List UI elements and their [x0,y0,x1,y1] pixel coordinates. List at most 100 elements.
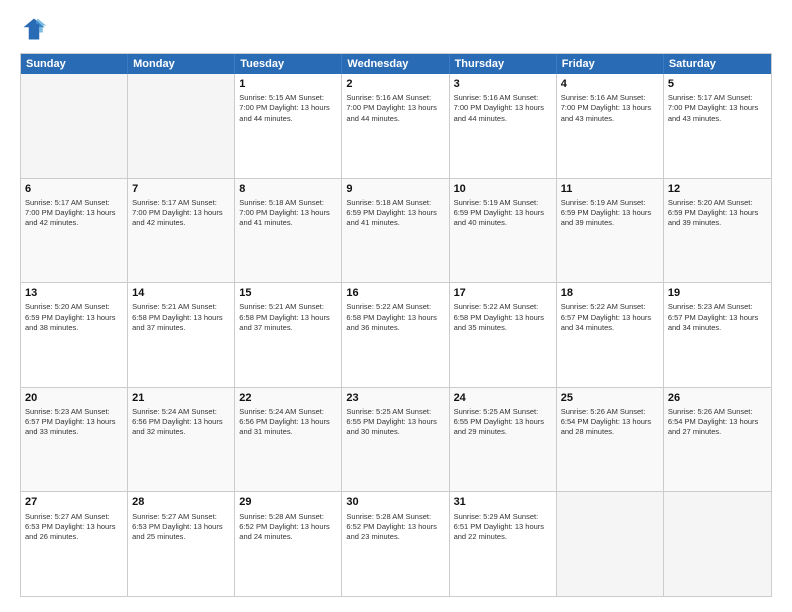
day-cell-6: 6 Sunrise: 5:17 AM Sunset: 7:00 PM Daylig… [21,179,128,283]
day-number: 7 [132,182,230,196]
day-cell-8: 8Sunrise: 5:18 AM Sunset: 7:00 PM Daylig… [235,179,342,283]
day-info: Sunrise: 5:28 AM Sunset: 6:52 PM Dayligh… [239,512,337,542]
empty-cell [557,492,664,596]
day-info: Sunrise: 5:25 AM Sunset: 6:55 PM Dayligh… [346,407,444,437]
day-number: 5 [668,77,767,91]
day-info: Sunrise: 5:19 AM Sunset: 6:59 PM Dayligh… [454,198,552,228]
day-number: 28 [132,495,230,509]
day-number: 21 [132,391,230,405]
day-cell-17: 17 Sunrise: 5:22 AM Sunset: 6:58 PM Dayli… [450,283,557,387]
day-info: Sunrise: 5:15 AM Sunset: 7:00 PM Dayligh… [239,93,337,123]
day-header-thursday: Thursday [450,54,557,74]
day-info: Sunrise: 5:20 AM Sunset: 6:59 PM Dayligh… [25,302,123,332]
day-info: Sunrise: 5:27 AM Sunset: 6:53 PM Dayligh… [132,512,230,542]
logo [20,15,52,43]
day-cell-14: 14 Sunrise: 5:21 AM Sunset: 6:58 PM Dayli… [128,283,235,387]
logo-icon [20,15,48,43]
day-cell-4: 4 Sunrise: 5:16 AM Sunset: 7:00 PM Daylig… [557,74,664,178]
day-number: 23 [346,391,444,405]
day-info: Sunrise: 5:23 AM Sunset: 6:57 PM Dayligh… [668,302,767,332]
day-info: Sunrise: 5:22 AM Sunset: 6:57 PM Dayligh… [561,302,659,332]
day-cell-5: 5 Sunrise: 5:17 AM Sunset: 7:00 PM Daylig… [664,74,771,178]
empty-cell [21,74,128,178]
day-cell-1: 1 Sunrise: 5:15 AM Sunset: 7:00 PM Daylig… [235,74,342,178]
day-cell-27: 27 Sunrise: 5:27 AM Sunset: 6:53 PM Dayli… [21,492,128,596]
header [20,15,772,43]
day-cell-19: 19Sunrise: 5:23 AM Sunset: 6:57 PM Dayli… [664,283,771,387]
day-info: Sunrise: 5:18 AM Sunset: 6:59 PM Dayligh… [346,198,444,228]
day-header-friday: Friday [557,54,664,74]
day-info: Sunrise: 5:29 AM Sunset: 6:51 PM Dayligh… [454,512,552,542]
calendar-header: SundayMondayTuesdayWednesdayThursdayFrid… [21,54,771,74]
day-number: 6 [25,182,123,196]
day-number: 22 [239,391,337,405]
day-cell-11: 11 Sunrise: 5:19 AM Sunset: 6:59 PM Dayli… [557,179,664,283]
day-number: 26 [668,391,767,405]
day-info: Sunrise: 5:27 AM Sunset: 6:53 PM Dayligh… [25,512,123,542]
day-number: 25 [561,391,659,405]
day-header-sunday: Sunday [21,54,128,74]
day-info: Sunrise: 5:17 AM Sunset: 7:00 PM Dayligh… [132,198,230,228]
day-number: 20 [25,391,123,405]
day-number: 17 [454,286,552,300]
day-cell-18: 18Sunrise: 5:22 AM Sunset: 6:57 PM Dayli… [557,283,664,387]
day-cell-7: 7 Sunrise: 5:17 AM Sunset: 7:00 PM Daylig… [128,179,235,283]
day-info: Sunrise: 5:24 AM Sunset: 6:56 PM Dayligh… [132,407,230,437]
day-cell-3: 3 Sunrise: 5:16 AM Sunset: 7:00 PM Daylig… [450,74,557,178]
day-number: 16 [346,286,444,300]
day-info: Sunrise: 5:21 AM Sunset: 6:58 PM Dayligh… [132,302,230,332]
day-info: Sunrise: 5:17 AM Sunset: 7:00 PM Dayligh… [668,93,767,123]
calendar-body: 1 Sunrise: 5:15 AM Sunset: 7:00 PM Daylig… [21,74,771,596]
day-cell-25: 25Sunrise: 5:26 AM Sunset: 6:54 PM Dayli… [557,388,664,492]
day-number: 27 [25,495,123,509]
day-number: 1 [239,77,337,91]
day-number: 30 [346,495,444,509]
day-number: 2 [346,77,444,91]
day-number: 29 [239,495,337,509]
day-info: Sunrise: 5:28 AM Sunset: 6:52 PM Dayligh… [346,512,444,542]
day-cell-24: 24 Sunrise: 5:25 AM Sunset: 6:55 PM Dayli… [450,388,557,492]
day-info: Sunrise: 5:26 AM Sunset: 6:54 PM Dayligh… [668,407,767,437]
day-info: Sunrise: 5:19 AM Sunset: 6:59 PM Dayligh… [561,198,659,228]
day-cell-31: 31 Sunrise: 5:29 AM Sunset: 6:51 PM Dayli… [450,492,557,596]
day-number: 14 [132,286,230,300]
day-info: Sunrise: 5:16 AM Sunset: 7:00 PM Dayligh… [454,93,552,123]
day-info: Sunrise: 5:17 AM Sunset: 7:00 PM Dayligh… [25,198,123,228]
day-number: 10 [454,182,552,196]
day-cell-23: 23 Sunrise: 5:25 AM Sunset: 6:55 PM Dayli… [342,388,449,492]
day-header-saturday: Saturday [664,54,771,74]
day-cell-28: 28 Sunrise: 5:27 AM Sunset: 6:53 PM Dayli… [128,492,235,596]
day-number: 9 [346,182,444,196]
day-info: Sunrise: 5:24 AM Sunset: 6:56 PM Dayligh… [239,407,337,437]
day-cell-26: 26 Sunrise: 5:26 AM Sunset: 6:54 PM Dayli… [664,388,771,492]
day-number: 11 [561,182,659,196]
day-info: Sunrise: 5:18 AM Sunset: 7:00 PM Dayligh… [239,198,337,228]
day-number: 4 [561,77,659,91]
calendar-row-1: 1 Sunrise: 5:15 AM Sunset: 7:00 PM Daylig… [21,74,771,178]
day-cell-10: 10 Sunrise: 5:19 AM Sunset: 6:59 PM Dayli… [450,179,557,283]
day-info: Sunrise: 5:22 AM Sunset: 6:58 PM Dayligh… [454,302,552,332]
day-info: Sunrise: 5:16 AM Sunset: 7:00 PM Dayligh… [561,93,659,123]
day-cell-13: 13 Sunrise: 5:20 AM Sunset: 6:59 PM Dayli… [21,283,128,387]
day-number: 31 [454,495,552,509]
day-cell-15: 15Sunrise: 5:21 AM Sunset: 6:58 PM Dayli… [235,283,342,387]
day-cell-2: 2Sunrise: 5:16 AM Sunset: 7:00 PM Daylig… [342,74,449,178]
day-cell-29: 29 Sunrise: 5:28 AM Sunset: 6:52 PM Dayli… [235,492,342,596]
day-cell-22: 22 Sunrise: 5:24 AM Sunset: 6:56 PM Dayli… [235,388,342,492]
day-number: 24 [454,391,552,405]
day-number: 13 [25,286,123,300]
calendar-row-4: 20Sunrise: 5:23 AM Sunset: 6:57 PM Dayli… [21,387,771,492]
day-cell-12: 12 Sunrise: 5:20 AM Sunset: 6:59 PM Dayli… [664,179,771,283]
day-info: Sunrise: 5:20 AM Sunset: 6:59 PM Dayligh… [668,198,767,228]
day-header-monday: Monday [128,54,235,74]
day-cell-9: 9 Sunrise: 5:18 AM Sunset: 6:59 PM Daylig… [342,179,449,283]
day-cell-20: 20Sunrise: 5:23 AM Sunset: 6:57 PM Dayli… [21,388,128,492]
empty-cell [128,74,235,178]
day-number: 12 [668,182,767,196]
calendar-row-3: 13 Sunrise: 5:20 AM Sunset: 6:59 PM Dayli… [21,282,771,387]
day-info: Sunrise: 5:25 AM Sunset: 6:55 PM Dayligh… [454,407,552,437]
day-info: Sunrise: 5:22 AM Sunset: 6:58 PM Dayligh… [346,302,444,332]
day-header-wednesday: Wednesday [342,54,449,74]
day-header-tuesday: Tuesday [235,54,342,74]
day-number: 3 [454,77,552,91]
